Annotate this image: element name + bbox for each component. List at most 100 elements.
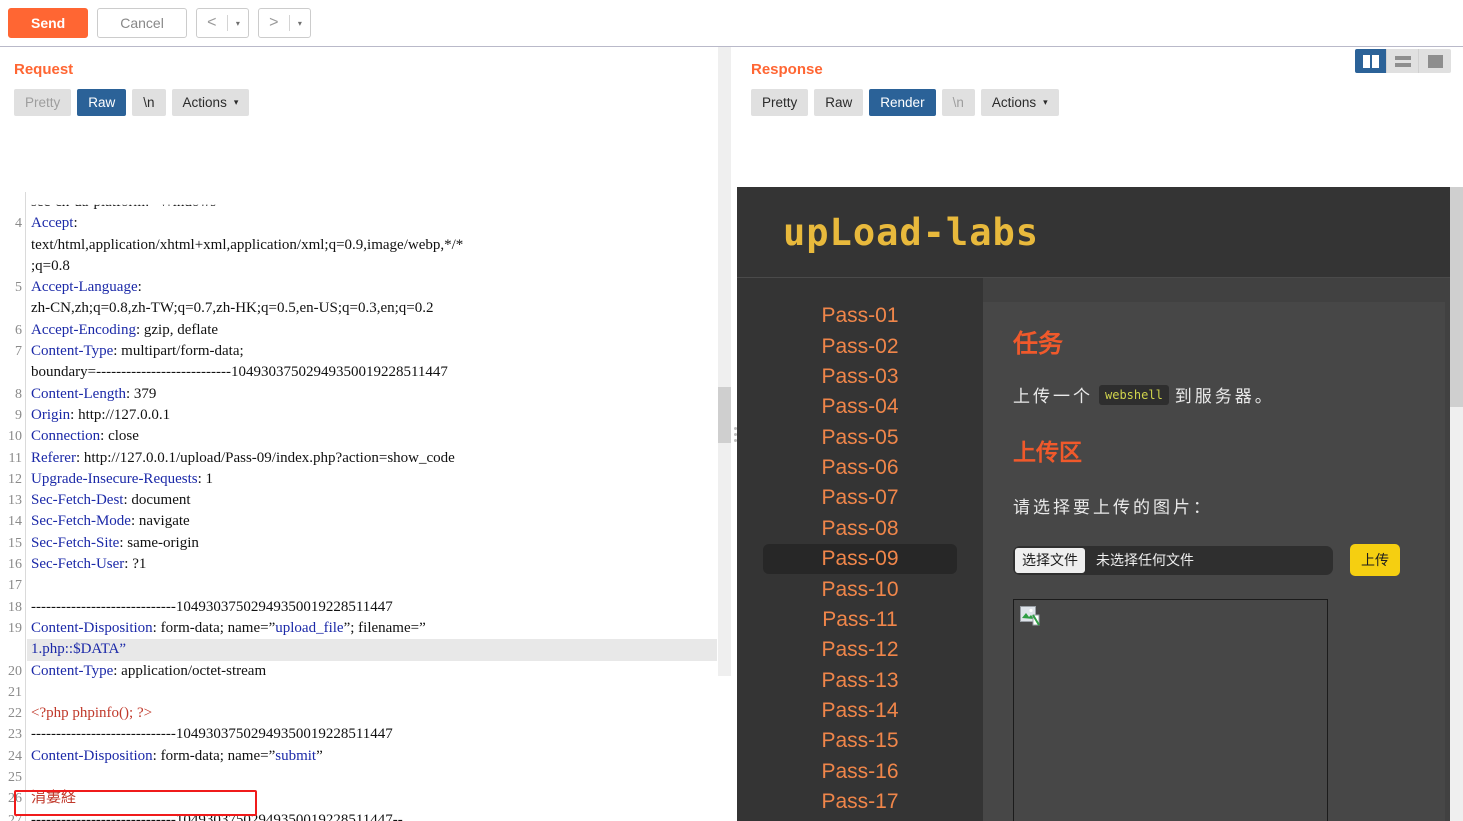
code-line[interactable]: -----------------------------10493037502… bbox=[27, 597, 717, 618]
code-span: Content-Length bbox=[31, 385, 126, 402]
request-actions-chevron-down-icon[interactable]: ▾ bbox=[234, 94, 239, 111]
code-line[interactable]: 涓婁経 bbox=[27, 788, 717, 809]
code-line[interactable]: Origin: http://127.0.0.1 bbox=[27, 405, 717, 426]
webshell-code-tag: webshell bbox=[1099, 384, 1169, 405]
code-line[interactable]: Connection: close bbox=[27, 426, 717, 447]
code-line[interactable]: Sec-Fetch-Dest: document bbox=[27, 490, 717, 511]
nav-item-pass-05[interactable]: Pass-05 bbox=[763, 423, 957, 453]
code-line[interactable]: Accept-Encoding: gzip, deflate bbox=[27, 320, 717, 341]
nav-item-pass-04[interactable]: Pass-04 bbox=[763, 392, 957, 422]
code-line[interactable] bbox=[27, 682, 717, 703]
back-nav-button[interactable]: < ▾ bbox=[195, 8, 249, 38]
upload-labs-logo: upLoad-labs bbox=[783, 210, 1040, 254]
code-line[interactable]: Sec-Fetch-Site: same-origin bbox=[27, 533, 717, 554]
response-tab-n[interactable]: \n bbox=[941, 89, 975, 116]
nav-item-pass-13[interactable]: Pass-13 bbox=[763, 666, 957, 696]
code-span: : http://127.0.0.1/upload/Pass-09/index.… bbox=[75, 449, 455, 466]
forward-arrow-icon[interactable]: > bbox=[259, 9, 289, 37]
response-scrollbar[interactable] bbox=[1450, 187, 1463, 821]
response-actions-chevron-down-icon[interactable]: ▾ bbox=[1043, 94, 1048, 111]
nav-item-pass-12[interactable]: Pass-12 bbox=[763, 635, 957, 665]
file-input[interactable]: 选择文件 未选择任何文件 bbox=[1013, 545, 1333, 575]
code-line[interactable]: Accept-Language: bbox=[27, 277, 717, 298]
code-line[interactable]: Sec-Fetch-Mode: navigate bbox=[27, 511, 717, 532]
code-line[interactable]: sec-ch-ua-platform: "Windows" bbox=[27, 205, 717, 214]
code-line[interactable]: Content-Type: application/octet-stream bbox=[27, 661, 717, 682]
forward-nav-button[interactable]: > ▾ bbox=[257, 8, 311, 38]
response-tab-render[interactable]: Render bbox=[869, 89, 936, 116]
response-tab-pretty[interactable]: Pretty bbox=[751, 89, 809, 116]
nav-item-pass-09[interactable]: Pass-09 bbox=[763, 544, 957, 575]
code-line[interactable]: <?php phpinfo(); ?> bbox=[27, 703, 717, 724]
line-number: 27 bbox=[8, 812, 22, 821]
task-text-after: 到服务器。 bbox=[1174, 387, 1275, 406]
request-tab-raw[interactable]: Raw bbox=[77, 89, 127, 116]
send-button[interactable]: Send bbox=[8, 8, 89, 38]
code-span: Accept-Language bbox=[31, 279, 138, 296]
forward-chevron-down-icon[interactable]: ▾ bbox=[290, 9, 310, 37]
code-line[interactable]: -----------------------------10493037502… bbox=[27, 724, 717, 745]
nav-item-pass-01[interactable]: Pass-01 bbox=[763, 301, 957, 331]
code-line[interactable]: text/html,application/xhtml+xml,applicat… bbox=[27, 235, 717, 256]
side-by-side-view-icon[interactable] bbox=[1355, 49, 1387, 73]
code-line[interactable]: Accept: bbox=[27, 213, 717, 234]
nav-item-pass-17[interactable]: Pass-17 bbox=[763, 787, 957, 817]
stacked-view-icon[interactable] bbox=[1387, 49, 1419, 73]
response-tab-raw[interactable]: Raw bbox=[814, 89, 864, 116]
code-span: Content-Disposition bbox=[31, 747, 153, 764]
code-line[interactable]: Content-Length: 379 bbox=[27, 384, 717, 405]
response-scrollbar-thumb[interactable] bbox=[1450, 187, 1463, 407]
response-actions-label: Actions bbox=[991, 95, 1037, 110]
code-line[interactable]: Content-Type: multipart/form-data; bbox=[27, 341, 717, 362]
request-tab-n[interactable]: \n bbox=[132, 89, 166, 116]
code-line[interactable]: -----------------------------10493037502… bbox=[27, 810, 717, 821]
response-tab-actions[interactable]: Actions ▾ bbox=[980, 89, 1059, 116]
request-code[interactable]: sec-ch-ua-platform: "Windows" Accept: text… bbox=[27, 192, 717, 821]
nav-item-pass-15[interactable]: Pass-15 bbox=[763, 726, 957, 756]
code-line[interactable]: Content-Disposition: form-data; name=”up… bbox=[27, 618, 717, 639]
code-span: : form-data; name=” bbox=[152, 747, 276, 764]
nav-item-pass-14[interactable]: Pass-14 bbox=[763, 696, 957, 726]
nav-item-pass-18[interactable]: Pass-18 bbox=[763, 817, 957, 821]
upload-button[interactable]: 上传 bbox=[1350, 544, 1400, 576]
code-span: Sec-Fetch-Mode bbox=[31, 513, 131, 530]
code-line[interactable]: Upgrade-Insecure-Requests: 1 bbox=[27, 469, 717, 490]
line-number: 19 bbox=[8, 620, 22, 636]
back-arrow-icon[interactable]: < bbox=[197, 9, 227, 37]
nav-item-pass-07[interactable]: Pass-07 bbox=[763, 483, 957, 513]
nav-item-pass-10[interactable]: Pass-10 bbox=[763, 574, 957, 604]
code-line[interactable]: ;q=0.8 bbox=[27, 256, 717, 277]
request-scrollbar[interactable] bbox=[718, 47, 731, 676]
request-tab-actions[interactable]: Actions ▾ bbox=[171, 89, 250, 116]
request-scrollbar-thumb[interactable] bbox=[718, 387, 731, 443]
code-line[interactable]: 1.php::$DATA” bbox=[27, 639, 717, 661]
code-line[interactable]: Referer: http://127.0.0.1/upload/Pass-09… bbox=[27, 448, 717, 469]
back-chevron-down-icon[interactable]: ▾ bbox=[228, 9, 248, 37]
request-actions-label: Actions bbox=[182, 95, 227, 110]
code-line[interactable]: zh-CN,zh;q=0.8,zh-TW;q=0.7,zh-HK;q=0.5,e… bbox=[27, 298, 717, 319]
code-line[interactable]: Content-Disposition: form-data; name=”su… bbox=[27, 746, 717, 767]
response-panel-header: Response Pretty Raw Render \n Actions ▾ bbox=[737, 47, 1463, 116]
line-number: 26 bbox=[8, 791, 22, 807]
code-line[interactable]: Sec-Fetch-User: ?1 bbox=[27, 554, 717, 575]
single-view-icon[interactable] bbox=[1419, 49, 1451, 73]
code-span: -----------------------------10493037502… bbox=[31, 811, 403, 821]
nav-item-pass-11[interactable]: Pass-11 bbox=[763, 605, 957, 635]
code-span: Accept-Encoding bbox=[31, 321, 136, 338]
line-number: 9 bbox=[15, 407, 22, 423]
line-number bbox=[0, 256, 25, 277]
nav-item-pass-08[interactable]: Pass-08 bbox=[763, 514, 957, 544]
code-span: : gzip, deflate bbox=[135, 321, 219, 338]
cancel-button[interactable]: Cancel bbox=[97, 8, 187, 38]
nav-item-pass-16[interactable]: Pass-16 bbox=[763, 757, 957, 787]
request-tab-pretty[interactable]: Pretty bbox=[14, 89, 72, 116]
choose-file-button[interactable]: 选择文件 bbox=[1015, 547, 1085, 573]
code-line[interactable]: boundary=---------------------------1049… bbox=[27, 362, 717, 383]
nav-item-pass-03[interactable]: Pass-03 bbox=[763, 362, 957, 392]
nav-item-pass-02[interactable]: Pass-02 bbox=[763, 331, 957, 361]
code-line[interactable] bbox=[27, 767, 717, 788]
nav-item-pass-06[interactable]: Pass-06 bbox=[763, 453, 957, 483]
code-span: : navigate bbox=[130, 513, 190, 530]
code-line[interactable] bbox=[27, 575, 717, 596]
request-editor[interactable]: 4 5 6 7 8 9 10 11 12 13 14 15 16 17 18 19 20 21 22 23 24 25 26… bbox=[0, 192, 733, 821]
